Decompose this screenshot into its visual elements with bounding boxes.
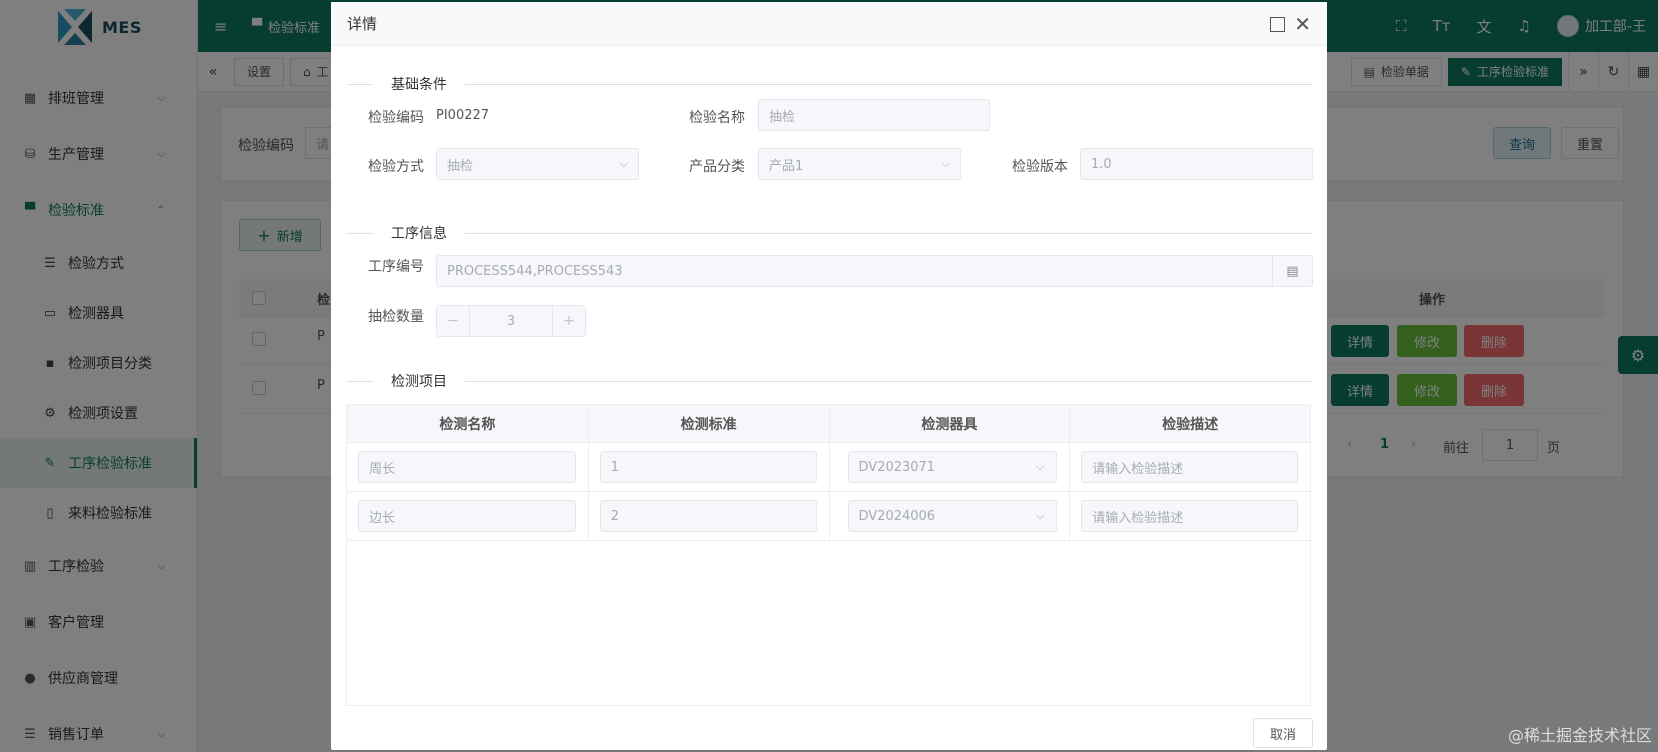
plus-icon[interactable]: + bbox=[553, 306, 585, 336]
dialog-title: 详情 bbox=[347, 15, 378, 33]
test-standard-input[interactable]: 2 bbox=[599, 500, 817, 532]
table-row: 边长 2 DV2024006 ⌵ 请输入检验描述 bbox=[347, 492, 1310, 541]
process-label: 工序编号 bbox=[368, 259, 424, 275]
dialog-header: 详情 bbox=[331, 2, 1327, 46]
test-standard-value: 1 bbox=[610, 459, 620, 475]
table-cell: 请输入检验描述 bbox=[1070, 492, 1310, 540]
category-select[interactable]: 产品1 ⌵ bbox=[758, 148, 961, 180]
method-label: 检验方式 bbox=[368, 159, 424, 175]
test-desc-input[interactable]: 请输入检验描述 bbox=[1081, 500, 1298, 532]
test-desc-input[interactable]: 请输入检验描述 bbox=[1081, 451, 1298, 483]
table-cell: 边长 bbox=[347, 492, 589, 540]
test-desc-placeholder: 请输入检验描述 bbox=[1092, 461, 1184, 477]
table-cell: 2 bbox=[589, 492, 830, 540]
table-cell: 1 bbox=[589, 443, 830, 491]
test-tool-value: DV2023071 bbox=[858, 459, 936, 475]
minus-icon[interactable]: − bbox=[437, 306, 469, 336]
code-value: PI00227 bbox=[436, 108, 490, 123]
maximize-icon[interactable] bbox=[1270, 17, 1285, 32]
chevron-down-icon: ⌵ bbox=[1035, 460, 1045, 473]
test-name-input[interactable]: 边长 bbox=[358, 500, 576, 532]
table-cell: 请输入检验描述 bbox=[1070, 443, 1310, 491]
test-name-value: 周长 bbox=[369, 461, 396, 477]
process-field-value: PROCESS544,PROCESS543 bbox=[447, 263, 623, 279]
version-field[interactable]: 1.0 bbox=[1080, 148, 1313, 180]
sample-qty-label: 抽检数量 bbox=[368, 309, 424, 325]
column-header: 检测标准 bbox=[589, 405, 830, 442]
category-label: 产品分类 bbox=[689, 159, 745, 175]
sample-qty-value: 3 bbox=[469, 306, 553, 336]
test-desc-placeholder: 请输入检验描述 bbox=[1092, 510, 1184, 526]
column-header: 检测器具 bbox=[830, 405, 1071, 442]
table-cell: DV2024006 ⌵ bbox=[830, 492, 1071, 540]
table-row: 周长 1 DV2023071 ⌵ 请输入检验描述 bbox=[347, 443, 1310, 492]
chevron-down-icon: ⌵ bbox=[941, 157, 950, 170]
name-label: 检验名称 bbox=[689, 110, 745, 126]
test-tool-value: DV2024006 bbox=[858, 508, 936, 524]
close-icon[interactable]: ✕ bbox=[1294, 12, 1311, 36]
process-field[interactable]: PROCESS544,PROCESS543 ▤ bbox=[436, 255, 1313, 287]
sample-qty-stepper[interactable]: − 3 + bbox=[436, 305, 586, 337]
section-title: 检测项目 bbox=[391, 374, 447, 390]
section-title: 工序信息 bbox=[391, 226, 447, 242]
table-cell: 周长 bbox=[347, 443, 589, 491]
method-select[interactable]: 抽检 ⌵ bbox=[436, 148, 639, 180]
name-field-value: 抽检 bbox=[769, 109, 796, 125]
section-test-items: 检测项目 bbox=[347, 371, 1313, 391]
category-select-value: 产品1 bbox=[769, 158, 804, 174]
test-items-table: 检测名称 检测标准 检测器具 检验描述 周长 1 DV2023071 ⌵ 请输入检… bbox=[346, 404, 1311, 706]
test-standard-value: 2 bbox=[610, 508, 620, 524]
document-icon[interactable]: ▤ bbox=[1272, 256, 1312, 286]
watermark: @稀土掘金技术社区 bbox=[1507, 726, 1652, 745]
table-cell: DV2023071 ⌵ bbox=[830, 443, 1071, 491]
column-header: 检验描述 bbox=[1162, 416, 1219, 433]
section-process: 工序信息 bbox=[347, 223, 1313, 243]
code-label: 检验编码 bbox=[368, 110, 424, 126]
version-label: 检验版本 bbox=[1012, 159, 1068, 175]
chevron-down-icon: ⌵ bbox=[619, 157, 628, 170]
section-title: 基础条件 bbox=[391, 77, 447, 93]
detail-dialog: 详情 ✕ 基础条件 检验编码 PI00227 检验名称 抽检 检验方式 抽检 ⌵… bbox=[331, 2, 1327, 750]
version-field-value: 1.0 bbox=[1091, 156, 1112, 172]
test-name-value: 边长 bbox=[369, 510, 396, 526]
column-header: 检测名称 bbox=[347, 405, 589, 442]
method-select-value: 抽检 bbox=[447, 158, 474, 174]
section-basic: 基础条件 bbox=[347, 74, 1313, 94]
table-header: 检测名称 检测标准 检测器具 检验描述 bbox=[347, 405, 1310, 443]
cancel-button[interactable]: 取消 bbox=[1253, 718, 1313, 748]
chevron-down-icon: ⌵ bbox=[1035, 509, 1045, 522]
test-tool-select[interactable]: DV2023071 ⌵ bbox=[847, 451, 1058, 483]
test-tool-select[interactable]: DV2024006 ⌵ bbox=[847, 500, 1058, 532]
name-field[interactable]: 抽检 bbox=[758, 99, 990, 131]
test-standard-input[interactable]: 1 bbox=[599, 451, 817, 483]
test-name-input[interactable]: 周长 bbox=[358, 451, 576, 483]
